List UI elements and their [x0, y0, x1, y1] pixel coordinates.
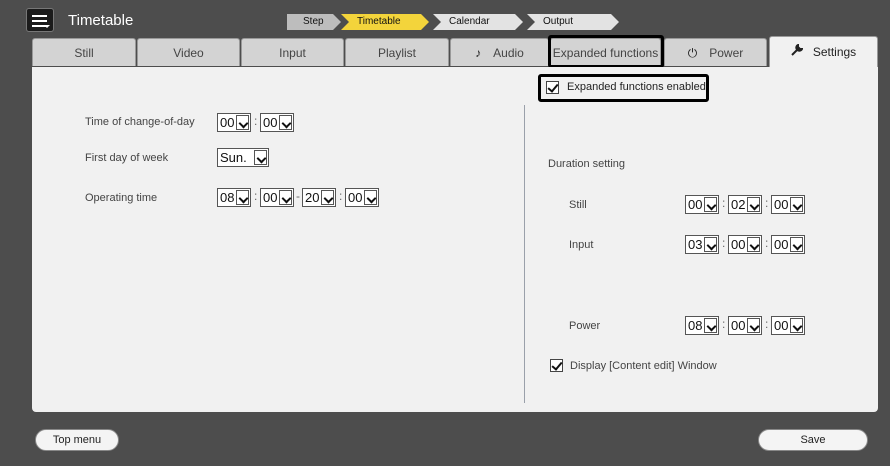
chevron-down-icon	[747, 318, 760, 333]
menu-icon-bar	[32, 20, 47, 22]
power-icon: ⏻	[687, 46, 698, 60]
time-separator: :	[765, 236, 769, 250]
time-separator: :	[722, 196, 726, 210]
first-day-select[interactable]: Sun.	[217, 148, 269, 167]
chevron-down-icon	[236, 115, 249, 130]
app-title: Timetable	[68, 12, 134, 29]
power-hour-select[interactable]: 08	[685, 316, 719, 335]
operating-end-minute-select[interactable]: 00	[345, 188, 379, 207]
tab-video[interactable]: Video	[137, 38, 240, 66]
main-menu-button[interactable]	[26, 8, 54, 32]
duration-still-label: Still	[569, 199, 587, 211]
chevron-down-icon	[704, 237, 717, 252]
highlight-expanded-functions-checkbox	[538, 74, 709, 102]
chevron-down-icon	[790, 197, 803, 212]
input-minute-select[interactable]: 00	[728, 235, 762, 254]
tab-input[interactable]: Input	[241, 38, 344, 66]
chevron-down-icon	[747, 197, 760, 212]
display-content-edit-checkbox[interactable]	[550, 359, 563, 372]
column-divider	[524, 105, 525, 403]
first-day-label: First day of week	[85, 152, 169, 164]
chevron-down-icon	[321, 190, 334, 205]
chevron-down-icon	[279, 190, 292, 205]
chevron-down-icon	[747, 237, 760, 252]
step-label: Step	[287, 14, 341, 30]
duration-input-label: Input	[569, 239, 594, 251]
tab-still[interactable]: Still	[32, 38, 136, 66]
tab-playlist[interactable]: Playlist	[345, 38, 449, 66]
step-timetable[interactable]: Timetable	[341, 14, 429, 30]
music-note-icon: ♪	[475, 46, 482, 60]
change-of-day-label: Time of change-of-day	[85, 116, 195, 128]
operating-start-minute-select[interactable]: 00	[260, 188, 294, 207]
power-minute-select[interactable]: 00	[728, 316, 762, 335]
display-content-edit-label: Display [Content edit] Window	[570, 360, 717, 372]
chevron-down-icon	[790, 318, 803, 333]
chevron-down-icon	[254, 150, 267, 165]
chevron-down-icon	[279, 115, 292, 130]
chevron-down-icon	[364, 190, 377, 205]
top-menu-button[interactable]: Top menu	[35, 429, 119, 451]
time-separator: :	[765, 317, 769, 331]
range-separator: -	[296, 189, 300, 203]
tab-power[interactable]: ⏻ Power	[664, 38, 767, 66]
time-separator: :	[722, 236, 726, 250]
power-second-select[interactable]: 00	[771, 316, 805, 335]
tab-audio[interactable]: ♪ Audio	[450, 38, 549, 66]
step-calendar[interactable]: Calendar	[433, 14, 523, 30]
time-separator: :	[254, 189, 258, 203]
chevron-down-icon	[790, 237, 803, 252]
time-separator: :	[722, 317, 726, 331]
duration-setting-title: Duration setting	[548, 158, 626, 170]
still-hour-select[interactable]: 00	[685, 195, 719, 214]
input-second-select[interactable]: 00	[771, 235, 805, 254]
menu-icon	[32, 15, 47, 17]
time-separator: :	[254, 114, 258, 128]
change-of-day-hour-select[interactable]: 00	[217, 113, 251, 132]
input-hour-select[interactable]: 03	[685, 235, 719, 254]
caret-down-icon	[44, 25, 50, 28]
step-output[interactable]: Output	[527, 14, 619, 30]
save-button[interactable]: Save	[758, 429, 868, 451]
highlight-expanded-functions-tab	[548, 35, 664, 68]
chevron-down-icon	[704, 197, 717, 212]
tab-settings[interactable]: Settings	[769, 36, 878, 68]
duration-power-label: Power	[569, 320, 601, 332]
operating-start-hour-select[interactable]: 08	[217, 188, 251, 207]
chevron-down-icon	[236, 190, 249, 205]
chevron-down-icon	[704, 318, 717, 333]
still-minute-select[interactable]: 02	[728, 195, 762, 214]
still-second-select[interactable]: 00	[771, 195, 805, 214]
wrench-icon	[791, 37, 804, 67]
change-of-day-minute-select[interactable]: 00	[260, 113, 294, 132]
operating-time-label: Operating time	[85, 192, 158, 204]
time-separator: :	[339, 189, 343, 203]
time-separator: :	[765, 196, 769, 210]
operating-end-hour-select[interactable]: 20	[302, 188, 336, 207]
